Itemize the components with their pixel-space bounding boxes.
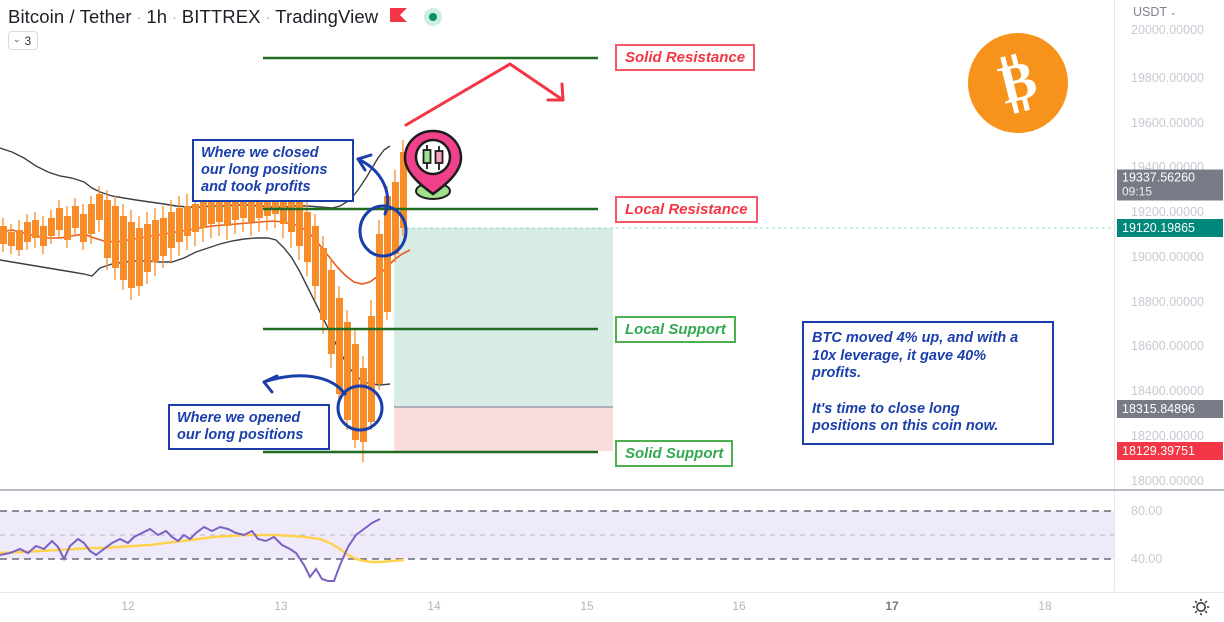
chevron-down-icon: ⌄ xyxy=(1170,7,1177,17)
price-axis-unit[interactable]: USDT ⌄ xyxy=(1133,5,1177,19)
price-tag-value: 19120.19865 xyxy=(1122,221,1195,235)
tradingview-flag-icon xyxy=(390,7,408,27)
rsi-band-fill xyxy=(0,511,1114,559)
level-label-solid-resistance: Solid Resistance xyxy=(615,44,756,71)
level-label-local-support: Local Support xyxy=(615,316,736,343)
price-tick-label: 19600.00000 xyxy=(1131,116,1204,130)
time-tick-label: 16 xyxy=(732,599,746,613)
price-tag-teal[interactable]: 19120.19865 xyxy=(1117,219,1223,237)
chevron-down-icon: ⌄ xyxy=(13,34,21,44)
highlight-circle-close xyxy=(358,204,408,258)
time-tick-label: 18 xyxy=(1038,599,1052,613)
price-tick-label: 18200.00000 xyxy=(1131,429,1204,443)
bitcoin-logo-icon: B xyxy=(968,33,1068,133)
rsi-indicator-pane[interactable] xyxy=(0,491,1114,591)
pane-divider[interactable] xyxy=(0,489,1224,491)
blue-arrow-to-open xyxy=(262,374,347,396)
indicator-tick-label: 40.00 xyxy=(1131,552,1163,566)
time-tick-label: 13 xyxy=(274,599,288,613)
symbol-title[interactable]: Bitcoin / Tether xyxy=(8,6,132,28)
indicator-tick-label: 80.00 xyxy=(1131,504,1163,518)
price-tick-label: 18800.00000 xyxy=(1131,295,1204,309)
price-tag-value: 18129.39751 xyxy=(1122,444,1195,458)
svg-text:B: B xyxy=(993,52,1042,114)
indicator-axis[interactable]: 80.00 40.00 xyxy=(1114,491,1224,591)
price-tick-label: 18000.00000 xyxy=(1131,474,1204,488)
exchange-label[interactable]: BITTREX xyxy=(182,6,261,28)
level-lines xyxy=(263,56,598,454)
price-tag-time: 09:15 xyxy=(1122,184,1153,199)
price-tick-label: 19000.00000 xyxy=(1131,250,1204,264)
tradingview-chart-screenshot: Bitcoin / Tether · 1h · BITTREX · Tradin… xyxy=(0,0,1224,622)
level-label-solid-support: Solid Support xyxy=(615,440,734,467)
price-axis[interactable]: USDT ⌄ 20000.00000 19800.00000 19600.00000… xyxy=(1114,0,1224,489)
live-status-dot-icon xyxy=(424,8,443,26)
price-axis-unit-label: USDT xyxy=(1133,5,1168,19)
price-tag-gray[interactable]: 18315.84896 xyxy=(1117,400,1223,418)
price-tick-label: 18400.00000 xyxy=(1131,384,1204,398)
chart-header: Bitcoin / Tether · 1h · BITTREX · Tradin… xyxy=(8,4,443,30)
price-tick-label: 18600.00000 xyxy=(1131,339,1204,353)
red-arrow-annotation xyxy=(404,62,565,127)
indicator-count-label: 3 xyxy=(24,33,32,48)
price-tick-label: 19800.00000 xyxy=(1131,71,1204,85)
time-tick-label: 14 xyxy=(427,599,441,613)
time-tick-label: 15 xyxy=(580,599,594,613)
time-axis[interactable]: 12 13 14 15 16 17 18 xyxy=(0,592,1224,622)
interval-label[interactable]: 1h xyxy=(146,6,167,28)
time-tick-label: 12 xyxy=(121,599,135,613)
indicator-count-badge[interactable]: ⌄ 3 xyxy=(8,31,39,50)
highlight-circle-open xyxy=(336,384,384,432)
time-tick-label: 17 xyxy=(885,599,899,613)
price-tag-value: 19337.56260 xyxy=(1122,170,1195,185)
platform-label: TradingView xyxy=(275,6,379,27)
header-separator-1: · xyxy=(136,9,142,25)
candlestick-map-pin-icon xyxy=(400,128,466,200)
header-separator-3: · xyxy=(265,9,271,25)
header-separator-2: · xyxy=(172,9,177,25)
price-tag-red[interactable]: 18129.39751 xyxy=(1117,442,1223,460)
price-tag-value: 18315.84896 xyxy=(1122,402,1195,416)
price-tag-gray[interactable]: 19337.56260 09:15 xyxy=(1117,169,1223,201)
gear-icon[interactable] xyxy=(1192,598,1210,616)
price-tick-label: 20000.00000 xyxy=(1131,23,1204,37)
note-closed-positions: Where we closed our long positions and t… xyxy=(192,139,354,203)
rsi-chart xyxy=(0,510,1114,582)
level-label-local-resistance: Local Resistance xyxy=(615,196,758,223)
price-tick-label: 19200.00000 xyxy=(1131,205,1204,219)
note-btc-summary: BTC moved 4% up, and with a 10x leverage… xyxy=(802,321,1054,446)
note-opened-positions: Where we opened our long positions xyxy=(168,404,330,451)
